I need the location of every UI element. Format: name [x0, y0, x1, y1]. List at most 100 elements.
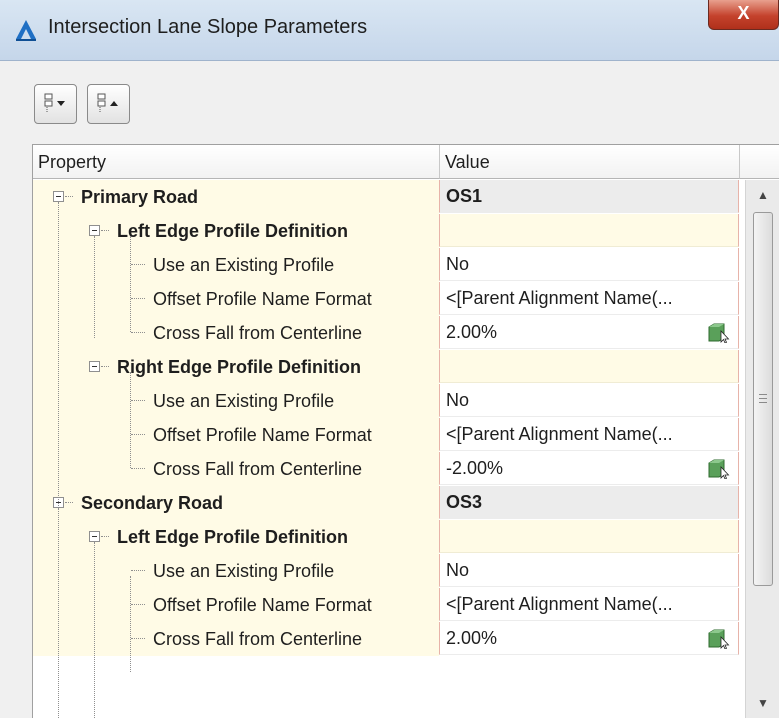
property-label: Secondary Road [81, 493, 224, 513]
property-label: Offset Profile Name Format [153, 425, 372, 445]
value-cell[interactable]: <[Parent Alignment Name(... [439, 418, 739, 451]
property-cell[interactable]: Offset Profile Name Format [33, 418, 439, 452]
tree-connector [94, 542, 95, 718]
row-offset-profile-name-format[interactable]: Offset Profile Name Format <[Parent Align… [33, 282, 745, 316]
property-label: Left Edge Profile Definition [117, 527, 349, 547]
row-offset-profile-name-format[interactable]: Offset Profile Name Format <[Parent Align… [33, 418, 745, 452]
tree-connector [101, 230, 109, 232]
collapse-minus-icon[interactable] [89, 361, 100, 372]
property-label: Cross Fall from Centerline [153, 629, 363, 649]
row-use-existing-profile[interactable]: Use an Existing Profile No [33, 554, 745, 588]
value-cell[interactable]: <[Parent Alignment Name(... [439, 282, 739, 315]
edit-value-icon[interactable] [707, 459, 731, 479]
tree-connector [101, 366, 109, 368]
scroll-down-arrow-icon[interactable]: ▼ [746, 688, 779, 718]
tree-connector [58, 508, 59, 718]
row-cross-fall-from-centerline[interactable]: Cross Fall from Centerline 2.00% [33, 622, 745, 656]
tree-connector [130, 372, 131, 468]
property-label: Right Edge Profile Definition [117, 357, 361, 377]
property-value: <[Parent Alignment Name(... [446, 424, 673, 444]
tree-connector [131, 468, 145, 470]
title-bar[interactable]: Intersection Lane Slope Parameters X [0, 0, 779, 61]
value-cell[interactable]: 2.00% [439, 316, 739, 349]
tree-connector [131, 400, 145, 402]
value-cell[interactable]: 2.00% [439, 622, 739, 655]
tree-connector [131, 264, 145, 266]
tree-connector [131, 332, 145, 334]
row-use-existing-profile[interactable]: Use an Existing Profile No [33, 384, 745, 418]
tree-connector [65, 502, 73, 504]
property-grid: Property Value Primary Road OS1 Left Edge … [32, 144, 779, 718]
property-label: Cross Fall from Centerline [153, 323, 363, 343]
tree-connector [131, 298, 145, 300]
row-right-edge-profile-definition[interactable]: Right Edge Profile Definition [33, 350, 745, 384]
property-value: 2.00% [446, 322, 498, 342]
value-cell[interactable]: <[Parent Alignment Name(... [439, 588, 739, 621]
tree-connector [131, 570, 145, 572]
tree-connector [101, 536, 109, 538]
property-rows: Primary Road OS1 Left Edge Profile Definit… [33, 180, 745, 718]
property-label: Use an Existing Profile [153, 561, 335, 581]
expand-all-icon [44, 93, 65, 113]
row-offset-profile-name-format[interactable]: Offset Profile Name Format <[Parent Align… [33, 588, 745, 622]
tree-connector [131, 604, 145, 606]
row-cross-fall-from-centerline[interactable]: Cross Fall from Centerline 2.00% [33, 316, 745, 350]
property-cell[interactable]: Cross Fall from Centerline [33, 452, 439, 486]
property-value: OS1 [446, 186, 483, 206]
property-value: -2.00% [446, 458, 504, 478]
expand-all-button[interactable] [34, 84, 77, 124]
edit-value-icon[interactable] [707, 629, 731, 649]
column-header-property[interactable]: Property [33, 145, 440, 179]
property-value: OS3 [446, 492, 483, 512]
property-cell[interactable]: Primary Road [33, 180, 439, 214]
collapse-minus-icon[interactable] [89, 225, 100, 236]
property-cell[interactable]: Secondary Road [33, 486, 439, 520]
scroll-up-arrow-icon[interactable]: ▲ [746, 180, 779, 210]
value-cell[interactable]: OS1 [439, 180, 739, 213]
row-left-edge-profile-definition[interactable]: Left Edge Profile Definition [33, 520, 745, 554]
property-value: <[Parent Alignment Name(... [446, 594, 673, 614]
property-label: Primary Road [81, 187, 199, 207]
property-cell[interactable]: Right Edge Profile Definition [33, 350, 439, 384]
window-title: Intersection Lane Slope Parameters [48, 16, 368, 38]
property-value: No [446, 254, 470, 274]
property-label: Use an Existing Profile [153, 255, 335, 275]
property-label: Left Edge Profile Definition [117, 221, 349, 241]
property-cell[interactable]: Use an Existing Profile [33, 384, 439, 418]
row-primary-road[interactable]: Primary Road OS1 [33, 180, 745, 214]
close-button[interactable]: X [708, 0, 779, 30]
value-cell[interactable]: -2.00% [439, 452, 739, 485]
collapse-all-icon [97, 93, 118, 113]
edit-value-icon[interactable] [707, 323, 731, 343]
tree-connector [130, 236, 131, 332]
property-label: Offset Profile Name Format [153, 289, 372, 309]
value-cell [439, 350, 739, 383]
column-header-filler [740, 145, 779, 179]
dialog-window: Intersection Lane Slope Parameters X Pro… [0, 0, 779, 718]
grip-line [759, 394, 767, 395]
tree-connector [94, 236, 95, 338]
row-secondary-road[interactable]: Secondary Road OS3 [33, 486, 745, 520]
row-left-edge-profile-definition[interactable]: Left Edge Profile Definition [33, 214, 745, 248]
row-use-existing-profile[interactable]: Use an Existing Profile No [33, 248, 745, 282]
property-value: No [446, 560, 470, 580]
scroll-thumb[interactable] [753, 212, 773, 586]
value-cell[interactable]: OS3 [439, 486, 739, 519]
collapse-minus-icon[interactable] [89, 531, 100, 542]
tree-connector [131, 434, 145, 436]
row-cross-fall-from-centerline[interactable]: Cross Fall from Centerline -2.00% [33, 452, 745, 486]
property-value: <[Parent Alignment Name(... [446, 288, 673, 308]
tree-connector [65, 196, 73, 198]
collapse-all-button[interactable] [87, 84, 130, 124]
grip-line [759, 398, 767, 399]
tree-connector [131, 638, 145, 640]
column-header-value[interactable]: Value [440, 145, 740, 179]
vertical-scrollbar[interactable]: ▲ ▼ [745, 180, 779, 718]
collapse-minus-icon[interactable] [53, 191, 64, 202]
value-cell [439, 214, 739, 247]
tree-connector [130, 576, 131, 672]
value-cell[interactable]: No [439, 248, 739, 281]
value-cell[interactable]: No [439, 384, 739, 417]
value-cell[interactable]: No [439, 554, 739, 587]
property-label: Offset Profile Name Format [153, 595, 372, 615]
